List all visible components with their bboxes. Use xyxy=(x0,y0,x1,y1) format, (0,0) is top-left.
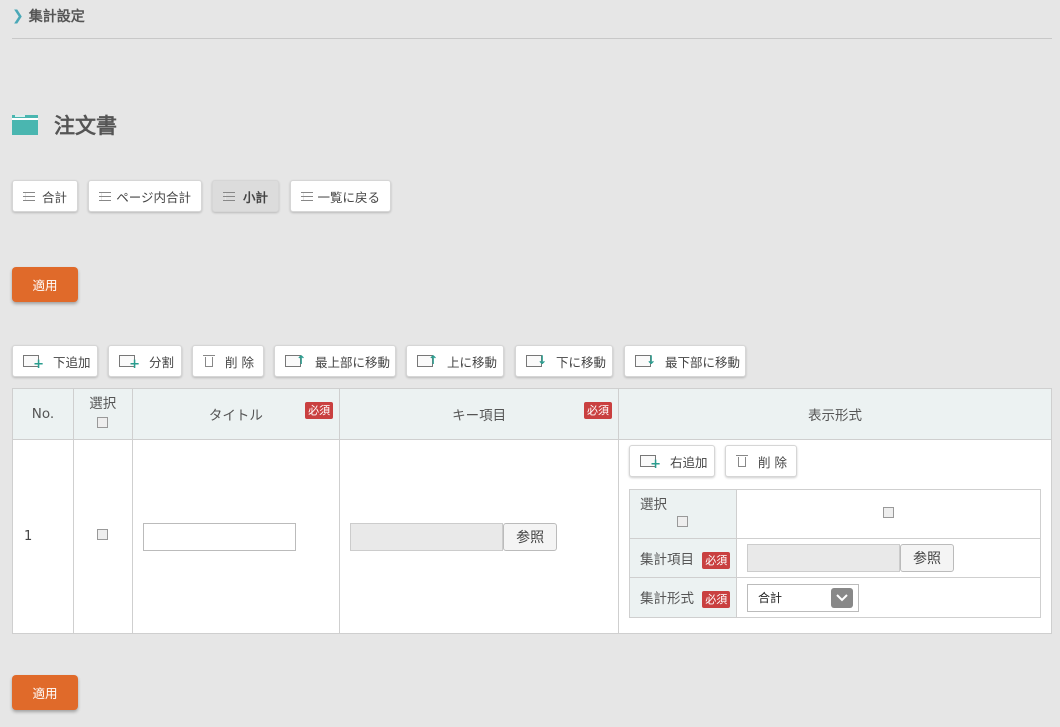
trash-icon xyxy=(203,354,215,368)
tab-total[interactable]: 合計 xyxy=(12,180,78,212)
table-row: 1 参照 + 右追加 削 除 選択 集計項目 必須 参照 集計形式 必須 合計 xyxy=(12,439,1052,634)
row-select-cell xyxy=(72,439,133,634)
trash-icon xyxy=(736,454,748,468)
col-display-header: 表示形式 xyxy=(618,388,1052,440)
agg-item-ref-button[interactable]: 参照 xyxy=(900,544,954,572)
display-select-label: 選択 xyxy=(629,489,737,539)
required-badge: 必須 xyxy=(584,402,612,419)
list-icon xyxy=(301,191,313,201)
list-icon xyxy=(23,191,35,201)
move-top-icon: ↑ xyxy=(285,354,306,368)
move-top-button[interactable]: ↑ 最上部に移動 xyxy=(274,345,396,377)
move-up-button[interactable]: ↑ 上に移動 xyxy=(406,345,504,377)
chevron-down-icon xyxy=(831,587,853,608)
display-format-table: 選択 集計項目 必須 参照 集計形式 必須 合計 xyxy=(629,489,1041,618)
move-bottom-icon: ↓ xyxy=(635,354,656,368)
window-icon xyxy=(12,115,38,135)
display-select-all-checkbox[interactable] xyxy=(677,516,688,527)
col-title-header: タイトル 必須 xyxy=(131,388,341,440)
tab-back-to-list[interactable]: 一覧に戻る xyxy=(290,180,391,212)
page-title: 注文書 xyxy=(12,110,117,140)
aggregation-table: No. 選択 タイトル 必須 キー項目 必須 表示形式 1 参照 + 右追加 削… xyxy=(12,388,1052,634)
move-down-icon: ↓ xyxy=(526,354,547,368)
display-select-row: 選択 xyxy=(629,489,1041,539)
agg-item-row: 集計項目 必須 参照 xyxy=(629,538,1041,578)
breadcrumb[interactable]: ❯ 集計設定 xyxy=(12,6,85,26)
required-badge: 必須 xyxy=(702,591,731,608)
select-all-checkbox[interactable] xyxy=(97,416,109,428)
table-header-row: No. 選択 タイトル 必須 キー項目 必須 表示形式 xyxy=(12,388,1052,440)
divider xyxy=(12,38,1052,39)
move-bottom-button[interactable]: ↓ 最下部に移動 xyxy=(624,345,746,377)
col-select-header: 選択 xyxy=(72,388,133,440)
key-cell: 参照 xyxy=(339,439,619,634)
row-no: 1 xyxy=(12,439,74,634)
key-item-field xyxy=(350,522,504,551)
agg-format-cell: 合計 xyxy=(736,577,1041,618)
display-select-checkbox[interactable] xyxy=(883,506,894,518)
agg-item-label: 集計項目 必須 xyxy=(629,538,737,578)
display-cell: + 右追加 削 除 選択 集計項目 必須 参照 集計形式 必須 合計 xyxy=(618,439,1052,634)
breadcrumb-label: 集計設定 xyxy=(28,9,85,25)
split-icon: + xyxy=(119,354,140,371)
tab-page-total[interactable]: ページ内合計 xyxy=(88,180,202,212)
apply-button-bottom[interactable]: 適用 xyxy=(12,675,78,710)
add-below-button[interactable]: + 下追加 xyxy=(12,345,98,377)
row-select-checkbox[interactable] xyxy=(97,529,109,540)
required-badge: 必須 xyxy=(702,551,731,569)
move-up-icon: ↑ xyxy=(417,354,438,368)
add-right-button[interactable]: + 右追加 xyxy=(629,445,715,477)
agg-format-row: 集計形式 必須 合計 xyxy=(629,577,1041,618)
split-button[interactable]: + 分割 xyxy=(108,345,182,377)
tab-subtotal[interactable]: 小計 xyxy=(212,180,279,212)
col-no-header: No. xyxy=(12,388,74,440)
add-column-icon: + xyxy=(640,454,661,471)
list-icon xyxy=(223,191,235,201)
apply-button-top[interactable]: 適用 xyxy=(12,267,78,302)
agg-item-cell: 参照 xyxy=(736,538,1041,578)
display-select-cell xyxy=(736,489,1041,539)
agg-format-select[interactable]: 合計 xyxy=(747,583,859,612)
agg-item-field xyxy=(747,544,900,572)
list-icon xyxy=(99,191,111,201)
add-row-icon: + xyxy=(23,354,44,371)
agg-format-label: 集計形式 必須 xyxy=(629,577,737,618)
key-ref-button[interactable]: 参照 xyxy=(503,522,558,551)
delete-button[interactable]: 削 除 xyxy=(192,345,264,377)
col-key-header: キー項目 必須 xyxy=(339,388,619,440)
move-down-button[interactable]: ↓ 下に移動 xyxy=(515,345,613,377)
required-badge: 必須 xyxy=(305,402,334,419)
chevron-right-icon: ❯ xyxy=(12,8,24,24)
title-cell xyxy=(131,439,341,634)
display-delete-button[interactable]: 削 除 xyxy=(725,445,797,477)
title-input[interactable] xyxy=(142,522,296,551)
